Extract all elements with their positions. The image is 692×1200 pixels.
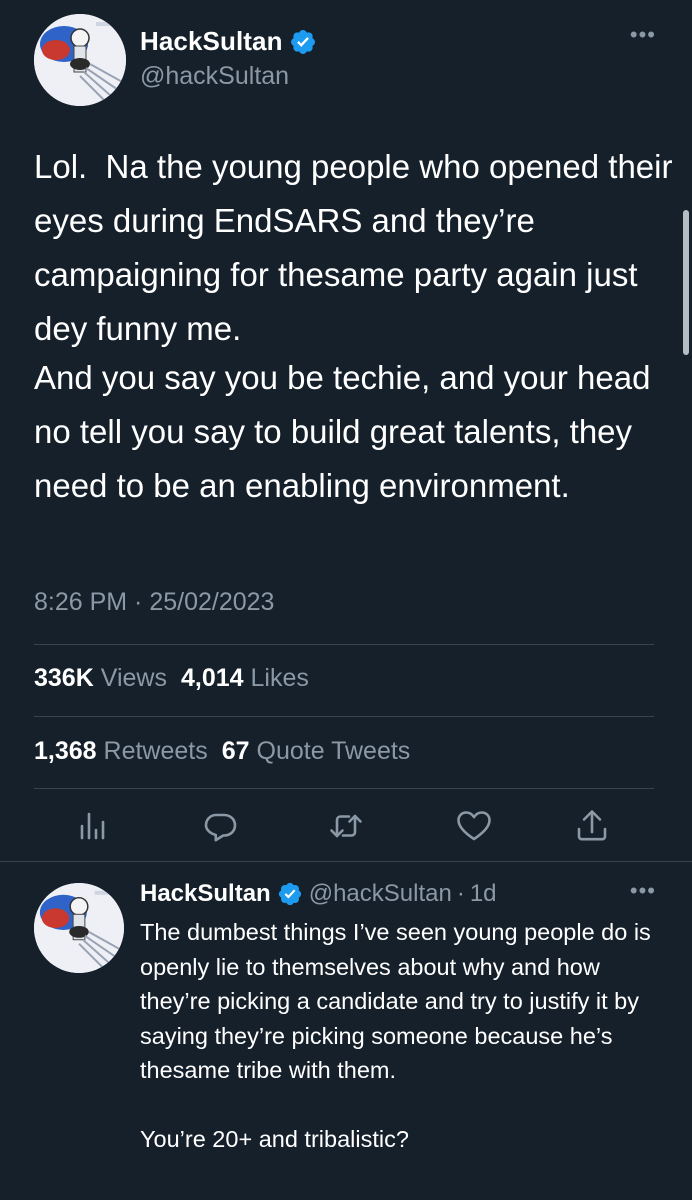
share-icon <box>577 810 607 841</box>
divider <box>0 861 692 862</box>
avatar-image <box>34 883 124 973</box>
quote-tweets-label: Quote Tweets <box>256 737 411 765</box>
retweet-icon <box>330 814 362 838</box>
tweet-text-paragraph: And you say you be techie, and your head… <box>34 359 660 504</box>
tweet-action-bar <box>0 806 692 850</box>
reply-time[interactable]: 1d <box>470 880 497 908</box>
analytics-button[interactable] <box>72 806 112 846</box>
author-handle[interactable]: @hackSultan <box>140 62 289 91</box>
avatar-image <box>34 14 126 106</box>
author-name-row[interactable]: HackSultan <box>140 26 317 57</box>
reply-button[interactable] <box>200 806 240 846</box>
scrollbar[interactable] <box>683 210 689 355</box>
verified-badge-icon <box>278 882 301 906</box>
divider <box>34 788 654 789</box>
tweet-timestamp[interactable]: 8:26 PM · 25/02/2023 <box>34 588 274 617</box>
quote-tweets-count: 67 <box>221 737 250 765</box>
likes-stat[interactable]: 4,014 Likes <box>181 664 309 692</box>
retweets-count: 1,368 <box>34 737 97 765</box>
verified-badge-icon <box>290 29 315 54</box>
author-display-name[interactable]: HackSultan <box>140 26 283 57</box>
analytics-icon <box>80 812 105 840</box>
share-button[interactable] <box>572 806 612 846</box>
divider <box>34 716 654 717</box>
more-horizontal-icon[interactable]: ••• <box>630 880 656 902</box>
retweets-stat[interactable]: 1,368 Retweets <box>34 737 208 765</box>
views-stat[interactable]: 336K Views <box>34 664 167 692</box>
views-label: Views <box>100 664 167 692</box>
retweet-button[interactable] <box>326 806 366 846</box>
likes-count: 4,014 <box>180 664 244 692</box>
retweets-label: Retweets <box>103 737 208 765</box>
tweet-detail-screen: HackSultan @hackSultan ••• Lol. Na the y… <box>0 0 692 1200</box>
like-icon <box>457 811 491 841</box>
divider <box>34 644 654 645</box>
author-avatar[interactable] <box>34 14 126 106</box>
stats-row-retweets-quotes: 1,368 Retweets 67 Quote Tweets <box>34 737 410 766</box>
reply-author-avatar[interactable] <box>34 883 124 973</box>
more-horizontal-icon[interactable]: ••• <box>630 24 656 46</box>
reply-tweet-text: The dumbest things I’ve seen young peopl… <box>140 919 651 1152</box>
likes-label: Likes <box>250 664 309 692</box>
separator-dot: · <box>456 880 465 907</box>
reply-header: HackSultan @hackSultan · 1d <box>140 880 497 908</box>
reply-author-handle[interactable]: @hackSultan <box>309 880 452 908</box>
stats-row-views-likes: 336K Views 4,014 Likes <box>34 664 309 693</box>
reply-icon <box>204 813 237 842</box>
tweet-text-paragraph: Lol. Na the young people who opened thei… <box>34 148 682 347</box>
quote-tweets-stat[interactable]: 67 Quote Tweets <box>222 737 411 765</box>
like-button[interactable] <box>454 806 494 846</box>
reply-author-display-name[interactable]: HackSultan <box>140 880 271 908</box>
views-count: 336K <box>34 664 94 692</box>
